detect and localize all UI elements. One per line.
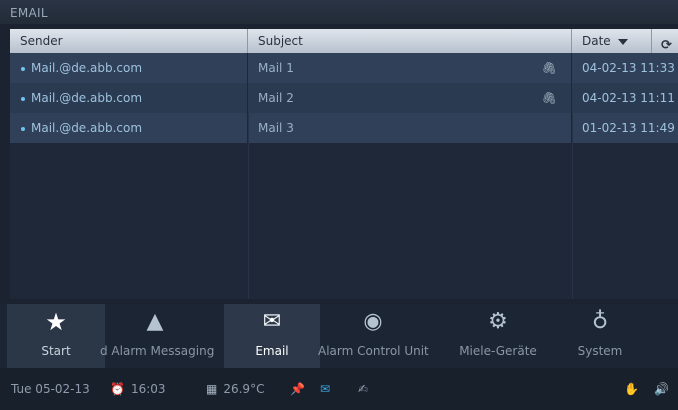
- column-header-date[interactable]: Date: [572, 29, 652, 53]
- nav-alarm-messaging[interactable]: ▲ d Alarm Messaging: [100, 304, 214, 368]
- nav-system[interactable]: ♁ System: [560, 304, 640, 368]
- email-notification-icon[interactable]: ✉: [320, 382, 330, 396]
- nav-start[interactable]: ★ Start: [7, 304, 105, 368]
- hand-icon[interactable]: ✋: [624, 382, 639, 396]
- bottom-navigation: ★ Start ▲ d Alarm Messaging ✉ Email ◉ Al…: [0, 304, 678, 368]
- column-header-sender[interactable]: Sender: [10, 29, 248, 53]
- status-date: Tue 05-02-13: [11, 382, 90, 396]
- sender-cell: Mail.@de.abb.com: [10, 83, 248, 113]
- unread-dot-icon: [21, 66, 25, 71]
- subject-cell: Mail 3: [248, 113, 572, 143]
- tools-icon: ⚙: [488, 309, 508, 334]
- pin-icon[interactable]: 📌: [290, 382, 305, 396]
- column-header-subject[interactable]: Subject: [248, 29, 572, 53]
- siren-icon: ▲: [146, 309, 164, 334]
- subject-cell: Mail 2 🖇: [248, 83, 572, 113]
- date-cell: 04-02-13 11:11: [572, 83, 678, 113]
- nav-alarm-control-unit[interactable]: ◉ Alarm Control Unit: [318, 304, 429, 368]
- table-header: Sender Subject Date ⟳: [10, 29, 678, 53]
- sort-down-icon: [617, 38, 628, 45]
- table-row[interactable]: Mail.@de.abb.com Mail 3 01-02-13 11:49: [10, 113, 678, 143]
- window-title: EMAIL: [10, 6, 48, 20]
- alarm-clock-icon: ⏰: [110, 382, 125, 396]
- paperclip-icon: 🖇: [541, 91, 557, 105]
- date-cell: 01-02-13 11:49: [572, 113, 678, 143]
- nav-miele-geraete[interactable]: ⚙ Miele-Geräte: [448, 304, 548, 368]
- sender-cell: Mail.@de.abb.com: [10, 113, 248, 143]
- unread-dot-icon: [21, 96, 25, 101]
- speaker-icon[interactable]: 🔊: [654, 382, 669, 396]
- sender-cell: Mail.@de.abb.com: [10, 53, 248, 83]
- paperclip-icon: 🖇: [541, 61, 557, 75]
- system-icon: ♁: [591, 309, 609, 334]
- eye-icon: ◉: [363, 309, 383, 334]
- star-icon: ★: [45, 308, 67, 336]
- status-temperature[interactable]: ▦ 26.9°C: [206, 382, 264, 396]
- column-divider: [572, 113, 573, 299]
- date-cell: 04-02-13 11:33: [572, 53, 678, 83]
- email-icon: ✉: [262, 309, 282, 334]
- mute-icon[interactable]: ✍: [358, 382, 368, 396]
- table-row[interactable]: Mail.@de.abb.com Mail 2 🖇 04-02-13 11:11: [10, 83, 678, 113]
- refresh-button[interactable]: ⟳: [652, 29, 678, 53]
- nav-email[interactable]: ✉ Email: [224, 304, 320, 368]
- column-divider: [248, 113, 249, 299]
- thermometer-icon: ▦: [206, 382, 218, 396]
- table-row[interactable]: Mail.@de.abb.com Mail 1 🖇 04-02-13 11:33: [10, 53, 678, 83]
- title-bar: EMAIL: [0, 0, 678, 24]
- status-bar: Tue 05-02-13 ⏰ 16:03 ▦ 26.9°C 📌 ✉ ✍ ✋ 🔊: [0, 368, 678, 410]
- subject-cell: Mail 1 🖇: [248, 53, 572, 83]
- table-body: Mail.@de.abb.com Mail 1 🖇 04-02-13 11:33 …: [10, 53, 678, 299]
- status-alarm-clock[interactable]: ⏰ 16:03: [110, 382, 166, 396]
- unread-dot-icon: [21, 126, 25, 131]
